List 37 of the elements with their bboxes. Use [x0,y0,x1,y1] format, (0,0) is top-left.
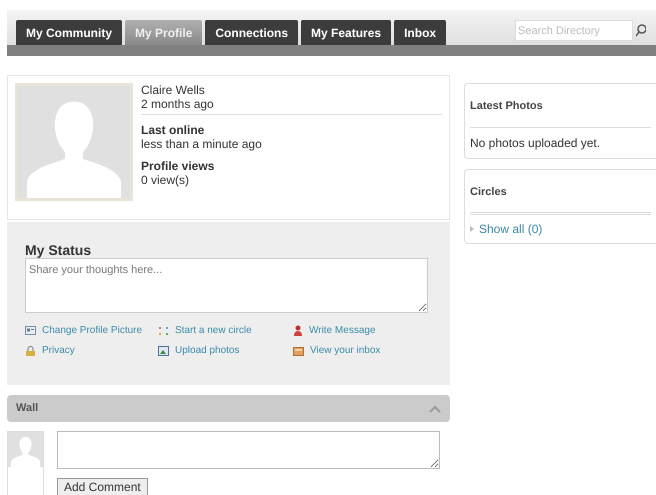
lock-icon [25,346,36,356]
action-link[interactable]: Upload photos [158,343,293,358]
empty-message: No photos uploaded yet. [470,134,602,152]
action-link[interactable]: Start a new circle [158,323,293,338]
joined-time: 2 months ago [141,97,215,111]
id-card-icon [25,326,36,335]
chevron-up-icon[interactable] [429,404,441,412]
nav-tab[interactable]: Inbox [394,20,446,45]
nav-tab[interactable]: My Features [301,20,392,45]
card-title: Latest Photos [470,84,651,128]
field-value: less than a minute ago [141,137,263,151]
nav-tab[interactable]: Connections [205,20,298,45]
person-icon [293,325,303,336]
card-title: Circles [470,170,651,215]
show-all-link[interactable]: Show all (0) [479,220,542,238]
action-link[interactable]: Change Profile Picture [25,323,158,338]
status-field[interactable]: Share your thoughts here... [25,258,428,313]
nav-tab[interactable]: My Profile [125,20,202,45]
search-icon[interactable] [636,24,646,38]
photo-icon [158,346,169,356]
status-title: My Status [25,242,92,258]
comment-field[interactable] [57,431,440,469]
dots-icon [158,326,169,336]
add-comment-button[interactable]: Add Comment [57,478,148,495]
wall-header[interactable]: Wall [7,395,450,422]
action-link[interactable]: View your inbox [293,343,432,358]
inbox-icon [293,346,304,356]
field-label: Last online [141,123,206,137]
search-field[interactable]: Search Directory [515,20,633,41]
action-link[interactable]: Write Message [293,323,432,338]
action-link[interactable]: Privacy [25,343,158,358]
field-value: 0 view(s) [141,173,190,187]
wall-title: Wall [16,401,40,416]
field-label: Profile views [141,159,216,173]
triangle-icon [470,226,474,232]
nav-tab[interactable]: My Community [16,20,122,45]
profile-name: Claire Wells [141,83,206,97]
